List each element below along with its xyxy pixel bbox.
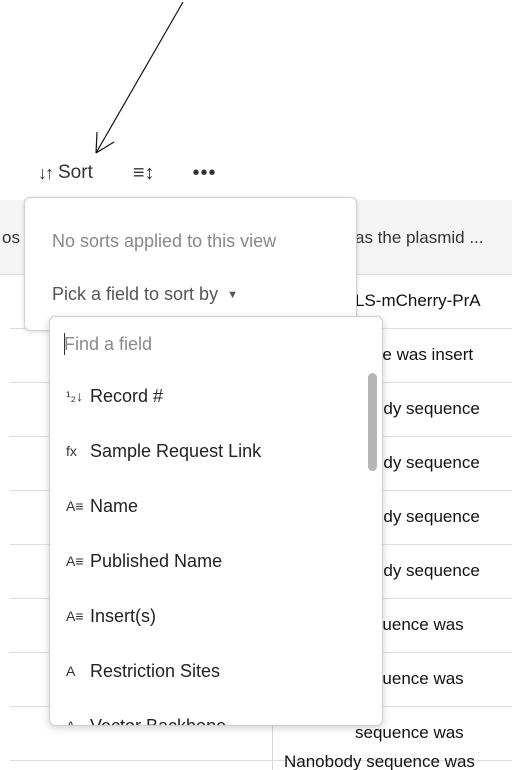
pick-field-button[interactable]: Pick a field to sort by ▼ (52, 284, 238, 305)
field-option[interactable]: A Restriction Sites (50, 644, 366, 698)
long-text-icon: A≡ (66, 608, 84, 624)
annotation-arrow (95, 1, 184, 154)
table-cell[interactable]: LS-mCherry-PrA (355, 291, 512, 311)
field-option-label: Record # (90, 385, 164, 406)
field-option-label: Restriction Sites (90, 660, 221, 681)
autonumber-icon: ¹₂↓ (66, 388, 84, 404)
more-options-button[interactable]: ••• (193, 162, 217, 185)
field-option-label: Name (90, 495, 139, 516)
no-sorts-message: No sorts applied to this view (52, 231, 277, 251)
sort-label: Sort (58, 162, 93, 183)
view-toolbar: ↓↑ Sort ≡↕ ••• (38, 158, 217, 188)
field-option-label: Published Name (90, 550, 223, 571)
field-option[interactable]: fx Sample Request Link (50, 424, 366, 478)
pick-field-label: Pick a field to sort by (52, 284, 219, 304)
field-option[interactable]: A≡ Name (50, 479, 366, 533)
row-height-icon: ≡↕ (132, 161, 155, 184)
single-line-text-icon: A (66, 663, 76, 679)
long-text-icon: A≡ (66, 498, 84, 514)
column-header-left[interactable]: os (2, 228, 20, 248)
formula-icon: fx (66, 443, 77, 459)
field-option[interactable]: A≡ Published Name (50, 534, 366, 588)
field-option[interactable]: A≡ Insert(s) (50, 589, 366, 643)
find-field-input[interactable] (64, 331, 364, 357)
long-text-icon: A≡ (66, 553, 84, 569)
table-cell[interactable]: sequence was (355, 723, 512, 743)
field-option-label: Vector Backbone (90, 715, 227, 726)
more-icon: ••• (192, 161, 217, 184)
field-option[interactable]: ¹₂↓ Record # (50, 369, 366, 423)
column-header-plasmid[interactable]: as the plasmid ... (355, 228, 484, 248)
sort-button[interactable]: ↓↑ Sort (38, 162, 93, 184)
text-cursor (64, 333, 65, 355)
single-line-text-icon: A (66, 718, 76, 726)
field-option[interactable]: A Vector Backbone (50, 699, 366, 726)
sort-popover: No sorts applied to this view Pick a fie… (24, 197, 357, 331)
field-option-label: Sample Request Link (90, 440, 262, 461)
chevron-down-icon: ▼ (227, 288, 238, 301)
field-picker-dropdown: ¹₂↓Record #fxSample Request LinkA≡NameA≡… (49, 316, 383, 726)
row-height-button[interactable]: ≡↕ (133, 162, 155, 185)
field-option-label: Insert(s) (90, 605, 157, 626)
table-cell[interactable]: Nanobody sequence was (284, 752, 512, 770)
sort-arrows-icon: ↓↑ (38, 162, 54, 183)
dropdown-scrollbar[interactable] (368, 373, 377, 471)
